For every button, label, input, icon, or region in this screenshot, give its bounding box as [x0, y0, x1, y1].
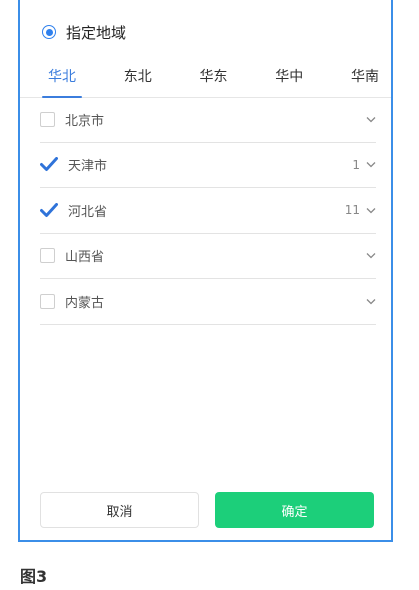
checkmark-icon[interactable] — [40, 202, 58, 218]
page: 指定地域 华北 东北 华东 华中 华南 北京市 天津市 1 河北省 11 山西省… — [0, 0, 419, 590]
region-radio-row[interactable]: 指定地域 — [42, 20, 126, 44]
list-item-tianjin[interactable]: 天津市 1 — [40, 143, 376, 188]
checkbox[interactable] — [40, 293, 55, 309]
row-expander[interactable] — [360, 252, 376, 260]
tab-huabei[interactable]: 华北 — [42, 62, 82, 98]
figure-caption: 图3 — [20, 567, 48, 586]
row-expander[interactable] — [360, 115, 376, 123]
row-expander[interactable]: 1 — [352, 158, 376, 172]
chevron-down-icon — [366, 252, 376, 260]
row-expander[interactable]: 11 — [345, 203, 376, 217]
province-label: 河北省 — [68, 204, 108, 220]
tab-dongbei[interactable]: 东北 — [120, 62, 156, 90]
cancel-button[interactable]: 取消 — [40, 492, 199, 528]
row-expander[interactable] — [360, 297, 376, 305]
list-item-shanxi[interactable]: 山西省 — [40, 234, 376, 279]
chevron-down-icon — [366, 161, 376, 169]
checkmark-icon[interactable] — [40, 157, 58, 173]
tab-huadong[interactable]: 华东 — [196, 62, 232, 90]
tab-huazhong[interactable]: 华中 — [271, 62, 307, 90]
list-item-hebei[interactable]: 河北省 11 — [40, 188, 376, 234]
tab-huanan[interactable]: 华南 — [347, 62, 383, 90]
province-label: 天津市 — [68, 159, 108, 175]
checkbox[interactable] — [40, 111, 55, 127]
chevron-down-icon — [366, 297, 376, 305]
radio-button[interactable] — [42, 25, 56, 39]
checkbox[interactable] — [40, 248, 55, 264]
province-label: 内蒙古 — [65, 295, 105, 311]
chevron-down-icon — [366, 206, 376, 214]
list-item-beijing[interactable]: 北京市 — [40, 97, 376, 143]
province-label: 北京市 — [65, 113, 105, 129]
list-item-neimenggu[interactable]: 内蒙古 — [40, 279, 376, 325]
region-label: 指定地域 — [66, 23, 127, 42]
selected-count: 1 — [352, 157, 360, 172]
province-label: 山西省 — [65, 250, 105, 266]
chevron-down-icon — [366, 115, 376, 123]
region-tabs: 华北 东北 华东 华中 华南 — [20, 62, 391, 98]
confirm-button[interactable]: 确定 — [215, 492, 374, 528]
radio-selected-dot — [45, 28, 53, 36]
province-list: 北京市 天津市 1 河北省 11 山西省 内蒙古 — [40, 97, 376, 325]
region-picker-panel: 指定地域 华北 东北 华东 华中 华南 北京市 天津市 1 河北省 11 山西省… — [18, 0, 393, 542]
selected-count: 11 — [344, 203, 360, 218]
